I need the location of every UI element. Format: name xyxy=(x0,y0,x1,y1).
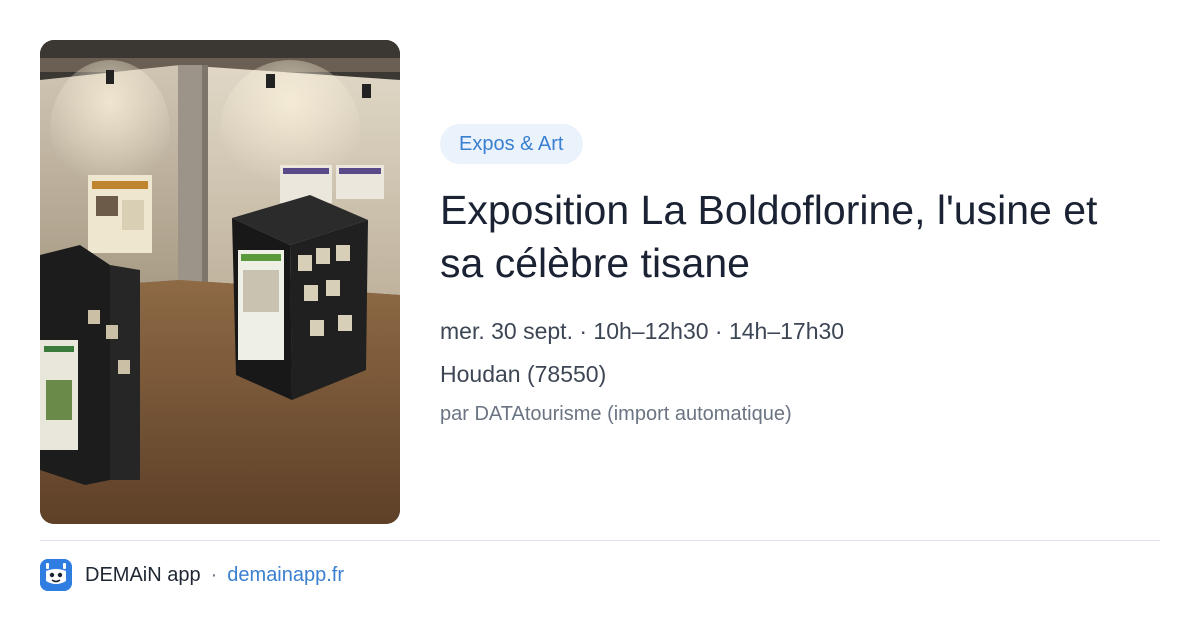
site-link[interactable]: demainapp.fr xyxy=(227,564,344,587)
event-title: Exposition La Boldoflorine, l'usine et s… xyxy=(440,187,1098,286)
footer-divider xyxy=(40,540,1160,541)
category-badge[interactable]: Expos & Art xyxy=(440,124,583,164)
footer-separator: · xyxy=(210,563,218,586)
event-date-time: mer. 30 sept. · 10h–12h30 · 14h–17h30 xyxy=(440,318,845,344)
demain-app-logo-icon xyxy=(40,559,72,591)
event-details: Expos & Art Exposition La Boldoflorine, … xyxy=(440,124,1160,428)
footer: DEMAiN app · demainapp.fr xyxy=(40,558,344,592)
event-source: par DATAtourisme (import automatique) xyxy=(440,403,792,425)
app-name: DEMAiN app xyxy=(85,563,201,586)
event-photo xyxy=(40,40,400,524)
event-location: Houdan (78550) xyxy=(440,361,607,387)
